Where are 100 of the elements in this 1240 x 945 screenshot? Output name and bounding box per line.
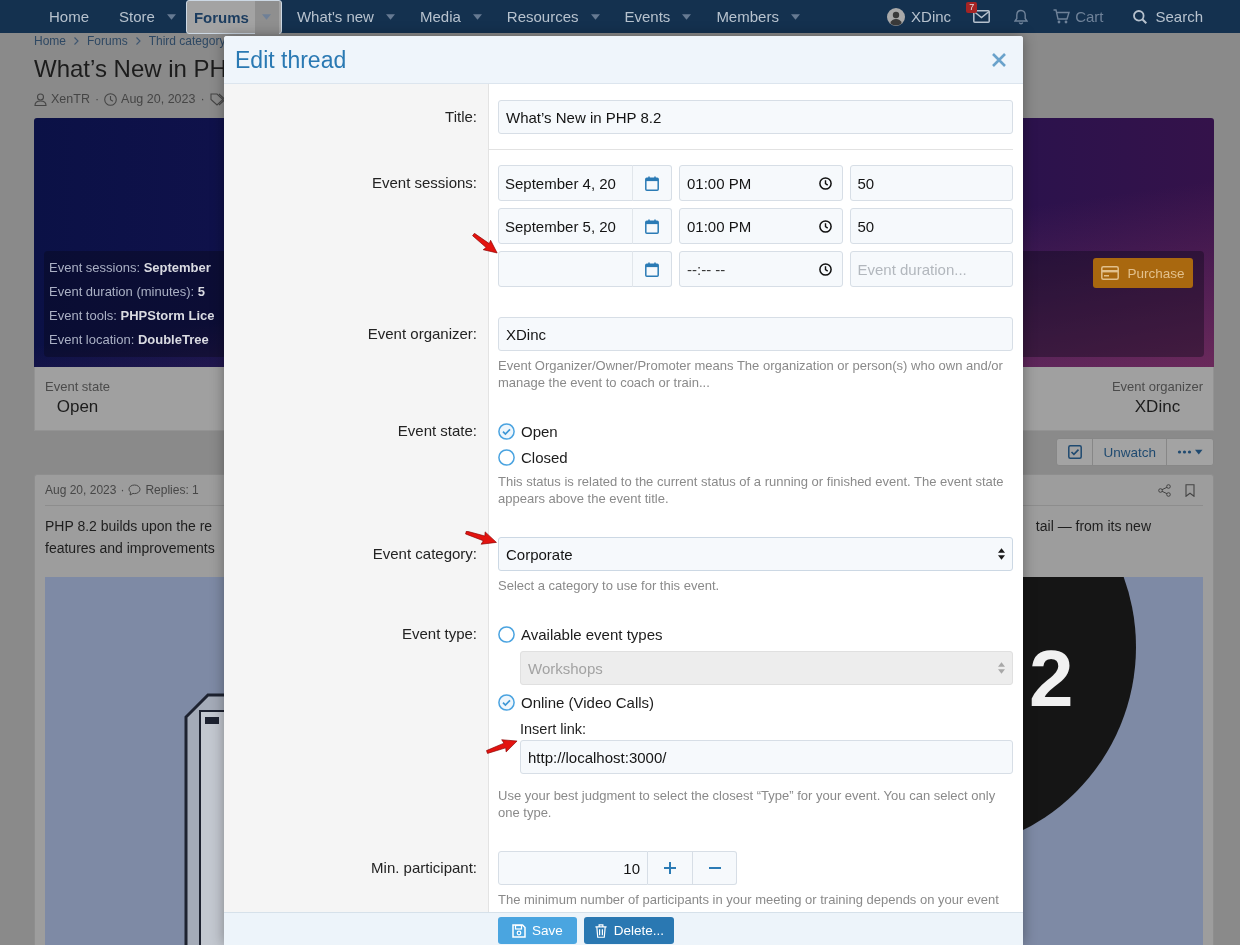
time-input[interactable]: --:-- -- xyxy=(679,251,843,287)
clock-icon xyxy=(818,262,832,276)
nav-tab[interactable]: Members xyxy=(701,0,810,33)
bell-icon[interactable] xyxy=(1014,8,1029,25)
tag-icon xyxy=(209,92,226,106)
title-input[interactable]: What’s New in PHP 8.2 xyxy=(498,100,1013,134)
clock-icon xyxy=(818,176,832,190)
radio-button[interactable] xyxy=(498,448,515,466)
annotation-arrow-icon xyxy=(472,233,498,254)
chevron-icon xyxy=(135,37,141,45)
date-input[interactable]: September 4, 20 xyxy=(498,165,633,201)
link-label: Insert link: xyxy=(520,720,587,738)
radio-label[interactable]: Closed xyxy=(521,448,568,466)
calendar-icon xyxy=(645,218,659,234)
radio-label[interactable]: Available event types xyxy=(521,625,663,643)
calendar-icon xyxy=(645,261,659,277)
nav-tab[interactable]: Forums xyxy=(185,0,282,34)
calendar-button[interactable] xyxy=(632,208,672,244)
radio-button[interactable] xyxy=(498,422,515,440)
field-label: Event sessions: xyxy=(371,174,477,192)
event-info-line: Event duration (minutes): 5 xyxy=(49,283,206,301)
caret-icon[interactable] xyxy=(590,13,600,20)
select-arrows-icon xyxy=(998,662,1005,674)
illustration-number: 2 xyxy=(1029,639,1074,719)
user-link[interactable]: XDinc xyxy=(911,8,952,25)
envelope-icon[interactable] xyxy=(973,10,991,23)
duration-input[interactable]: 50 xyxy=(849,165,1013,201)
stat-label: Event organizer xyxy=(1111,379,1203,395)
radio-button[interactable] xyxy=(498,625,515,643)
dropdown-toggle[interactable] xyxy=(254,0,279,34)
caret-icon[interactable] xyxy=(472,13,482,20)
delete-button[interactable]: Delete... xyxy=(583,917,675,944)
avatar-icon[interactable] xyxy=(887,7,906,26)
field-hint: Event Organizer/Owner/Promoter means The organization or person(s) who own and/or manage the event to coach or train... xyxy=(498,357,1004,391)
nav-tab[interactable]: What's new xyxy=(281,0,405,33)
post-date: Aug 20, 2023 xyxy=(121,92,196,106)
caret-icon[interactable] xyxy=(166,13,176,20)
select-arrows-icon xyxy=(998,548,1005,560)
clock-icon xyxy=(818,219,832,233)
separator: · xyxy=(93,92,101,106)
organizer-input[interactable]: XDinc xyxy=(498,317,1013,351)
field-label: Event state: xyxy=(397,422,477,440)
close-icon xyxy=(991,51,1007,68)
checkbox-icon xyxy=(1067,445,1082,459)
nav-tab[interactable]: Media xyxy=(404,0,492,33)
stat-value: Open xyxy=(56,396,99,418)
radio-label[interactable]: Online (Video Calls) xyxy=(521,693,655,711)
field-label: Event organizer: xyxy=(367,325,477,343)
trash-icon xyxy=(593,923,608,938)
notification-badge: 7 xyxy=(966,2,978,13)
cart-icon xyxy=(1053,9,1071,24)
field-hint: The minimum number of participants in your meeting or training depends on your event xyxy=(498,891,1000,908)
date-input[interactable]: September 5, 20 xyxy=(498,208,633,244)
calendar-icon xyxy=(645,175,659,191)
event-info-line: Event tools: PHPStorm Lice xyxy=(49,307,215,325)
search-link[interactable]: Search xyxy=(1133,8,1203,25)
field-label: Event category: xyxy=(372,545,477,563)
post-date: Aug 20, 2023 xyxy=(45,483,117,497)
increase-button[interactable] xyxy=(648,851,693,885)
time-input[interactable]: 01:00 PM xyxy=(679,208,843,244)
field-label: Min. participant: xyxy=(371,859,477,877)
field-hint: Select a category to use for this event. xyxy=(498,577,721,594)
user-icon xyxy=(34,92,47,106)
more-options-icon xyxy=(1177,449,1203,455)
duration-input[interactable]: Event duration... xyxy=(849,251,1013,287)
nav-tab[interactable]: Home xyxy=(34,0,104,33)
caret-icon[interactable] xyxy=(385,13,395,20)
radio-button[interactable] xyxy=(498,693,515,711)
participant-count-input[interactable]: 10 xyxy=(498,851,648,885)
share-icon[interactable] xyxy=(1158,483,1171,497)
date-input[interactable] xyxy=(498,251,633,287)
calendar-button[interactable] xyxy=(632,165,672,201)
nav-tab[interactable]: Resources xyxy=(491,0,610,33)
separator: · xyxy=(199,92,206,106)
field-label: Event type: xyxy=(401,625,477,643)
field-hint: This status is related to the current status of a running or finished event. The event state appears above the event title. xyxy=(498,473,1005,507)
plus-icon xyxy=(664,862,676,874)
annotation-arrow-icon xyxy=(486,739,518,754)
caret-icon[interactable] xyxy=(790,13,800,20)
close-button[interactable] xyxy=(991,51,1007,68)
bookmark-icon[interactable] xyxy=(1185,483,1195,497)
event-info-line: Event sessions: September xyxy=(49,259,211,277)
field-label: Title: xyxy=(445,108,477,126)
category-select[interactable]: Corporate xyxy=(498,537,1013,571)
nav-tab[interactable]: Events xyxy=(609,0,702,33)
post-text: PHP 8.2 builds upon the re xyxy=(45,517,213,536)
radio-label[interactable]: Open xyxy=(521,422,558,440)
stat-label: Event state xyxy=(45,379,111,395)
nav-tab[interactable]: Store xyxy=(104,0,186,33)
time-input[interactable]: 01:00 PM xyxy=(679,165,843,201)
duration-input[interactable]: 50 xyxy=(849,208,1013,244)
post-text: tail — from its new xyxy=(1035,517,1151,536)
caret-icon[interactable] xyxy=(682,13,692,20)
chevron-icon xyxy=(74,37,79,45)
minus-icon xyxy=(708,867,721,869)
event-info-line: Event location: DoubleTree xyxy=(49,331,209,349)
credit-card-icon xyxy=(1101,266,1120,280)
calendar-button[interactable] xyxy=(632,251,672,287)
caret-icon xyxy=(262,14,272,20)
link-input[interactable]: http://localhost:3000/ xyxy=(520,740,1013,774)
